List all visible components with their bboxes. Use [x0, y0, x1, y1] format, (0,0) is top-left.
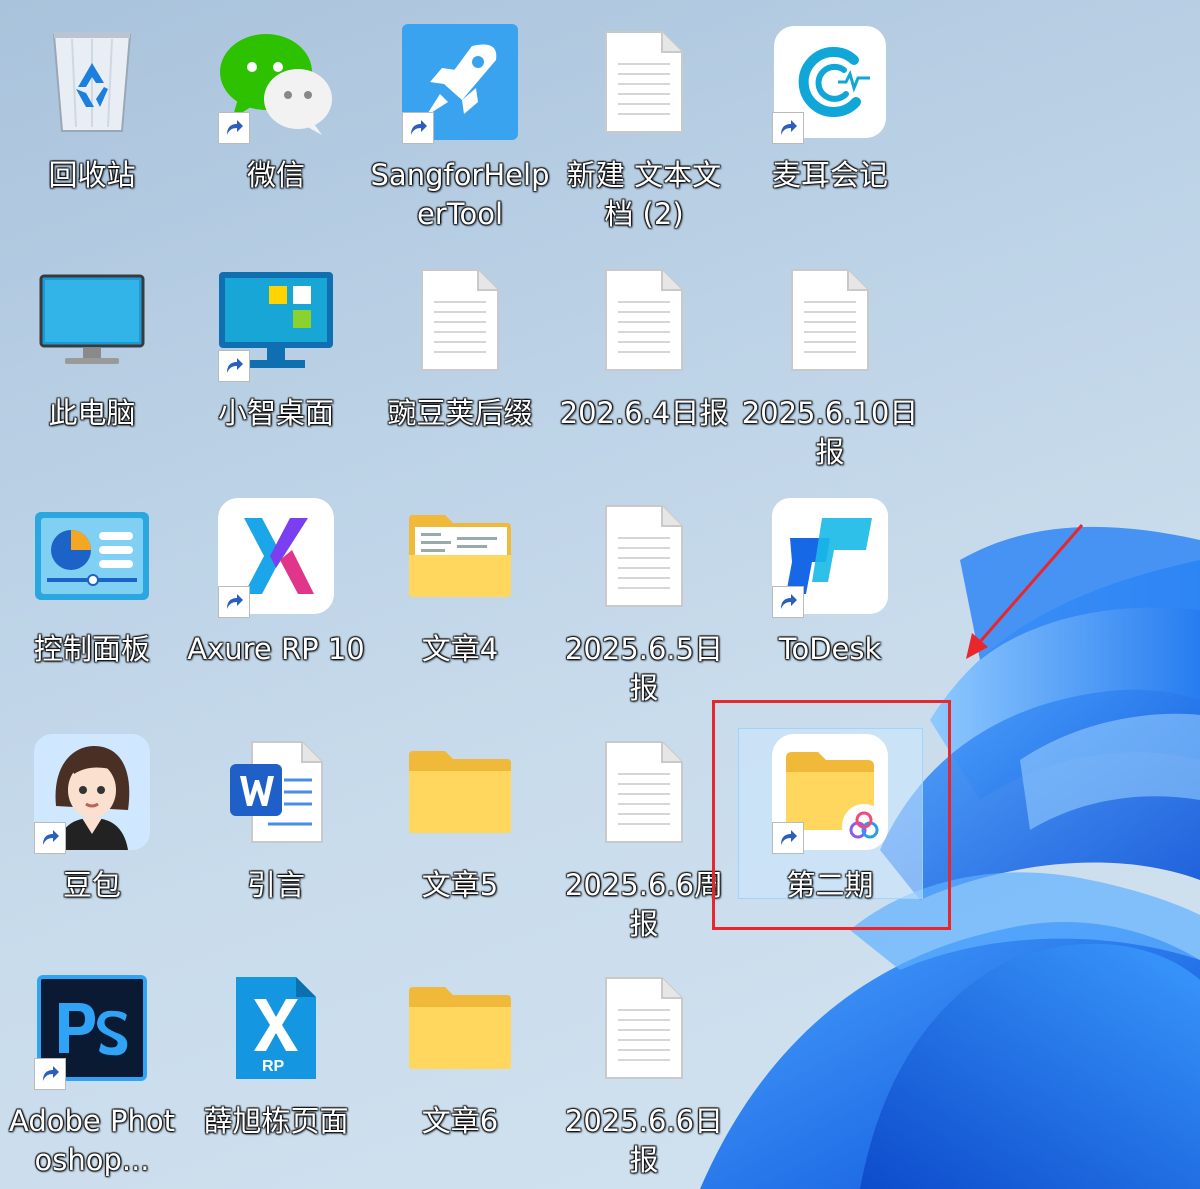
- sangfor-rocket-icon: [400, 22, 520, 144]
- desktop-icon-label: Axure RP 10: [187, 632, 365, 666]
- shortcut-arrow-icon: [34, 1058, 66, 1090]
- desktop-icon-axure[interactable]: Axure RP 10: [186, 486, 366, 712]
- desktop-icon-label: 2025.6.5日报: [564, 632, 724, 705]
- desktop-icon-label: 此电脑: [48, 396, 136, 430]
- desktop-icon-recycle-bin[interactable]: 回收站: [2, 12, 182, 238]
- shortcut-arrow-icon: [772, 112, 804, 144]
- text-document-icon: [584, 496, 704, 616]
- desktop-icon-label: 微信: [246, 158, 305, 192]
- shortcut-arrow-icon: [218, 112, 250, 144]
- desktop-icon-xuexudong-page[interactable]: RP 薛旭栋页面: [186, 958, 366, 1184]
- folder-with-files-icon: [400, 496, 520, 616]
- desktop-icon-doubao[interactable]: 豆包: [2, 722, 182, 948]
- desktop-icon-new-text-doc[interactable]: 新建 文本文档 (2): [554, 12, 734, 238]
- control-panel-icon: [32, 496, 152, 616]
- desktop-icon-label: 文章4: [421, 632, 499, 666]
- desktop-icon-article6[interactable]: 文章6: [370, 958, 550, 1184]
- desktop-icon-label: 2025.6.10日报: [741, 396, 919, 469]
- doubao-avatar-icon: [32, 732, 152, 854]
- annotation-arrow-icon: [966, 524, 1084, 659]
- todesk-icon: [770, 496, 890, 618]
- text-document-icon: [584, 732, 704, 852]
- desktop-icon-control-panel[interactable]: 控制面板: [2, 486, 182, 712]
- desktop-icon-weekly-6-6[interactable]: 2025.6.6周报: [554, 722, 734, 948]
- desktop-icon-label: 控制面板: [33, 632, 150, 666]
- word-document-icon: [216, 732, 336, 852]
- desktop-icon-wechat[interactable]: 微信: [186, 12, 366, 238]
- desktop-icon-article5[interactable]: 文章5: [370, 722, 550, 948]
- folder-icon: [400, 732, 520, 852]
- desktop-icon-label: ToDesk: [778, 632, 882, 666]
- desktop-icon-report-6-5[interactable]: 2025.6.5日报: [554, 486, 734, 712]
- desktop-icon-label: 2025.6.6日报: [564, 1104, 724, 1177]
- photoshop-icon: [32, 968, 152, 1090]
- shortcut-arrow-icon: [218, 586, 250, 618]
- desktop-icon-label: 文章5: [421, 868, 499, 902]
- shortcut-arrow-icon: [34, 822, 66, 854]
- axure-rp-file-icon: RP: [216, 968, 336, 1088]
- text-document-icon: [400, 260, 520, 380]
- svg-text:RP: RP: [262, 1058, 285, 1075]
- desktop-icon-label: 引言: [246, 868, 305, 902]
- shortcut-arrow-icon: [402, 112, 434, 144]
- desktop-icon-label: 文章6: [421, 1104, 499, 1138]
- desktop-icon-yinyan[interactable]: 引言: [186, 722, 366, 948]
- desktop-icon-label: 2025.6.6周报: [564, 868, 724, 941]
- desktop-icon-label: 豆包: [62, 868, 121, 902]
- desktop-icon-label: 豌豆荚后缀: [387, 396, 533, 430]
- desktop-icon-sangfor[interactable]: SangforHelperTool: [370, 12, 550, 238]
- desktop-icon-label: SangforHelperTool: [370, 158, 550, 231]
- desktop-icon-label: 新建 文本文档 (2): [566, 158, 722, 231]
- this-pc-icon: [32, 260, 152, 380]
- annotation-highlight-box: [712, 700, 951, 930]
- xiaozhi-desktop-icon: [216, 260, 336, 382]
- wechat-icon: [216, 22, 336, 144]
- desktop-icon-article4[interactable]: 文章4: [370, 486, 550, 712]
- shortcut-arrow-icon: [772, 586, 804, 618]
- desktop-icon-label: 202.6.4日报: [559, 396, 729, 430]
- desktop-icon-label: 薛旭栋页面: [203, 1104, 349, 1138]
- desktop-icon-report-6-10[interactable]: 2025.6.10日报: [740, 250, 920, 476]
- maier-meeting-icon: [770, 22, 890, 144]
- text-document-icon: [584, 22, 704, 142]
- shortcut-arrow-icon: [218, 350, 250, 382]
- desktop-icon-maier[interactable]: 麦耳会记: [740, 12, 920, 238]
- text-document-icon: [770, 260, 890, 380]
- desktop-icon-this-pc[interactable]: 此电脑: [2, 250, 182, 476]
- desktop-icon-label: Adobe Photoshop...: [9, 1104, 175, 1177]
- desktop-icon-report-6-4[interactable]: 202.6.4日报: [554, 250, 734, 476]
- desktop-icon-report-6-6[interactable]: 2025.6.6日报: [554, 958, 734, 1184]
- desktop-icon-photoshop[interactable]: Adobe Photoshop...: [2, 958, 182, 1184]
- desktop-icon-wandoujia[interactable]: 豌豆荚后缀: [370, 250, 550, 476]
- desktop-icon-label: 麦耳会记: [771, 158, 888, 192]
- text-document-icon: [584, 260, 704, 380]
- folder-icon: [400, 968, 520, 1088]
- text-document-icon: [584, 968, 704, 1088]
- desktop-icon-label: 回收站: [48, 158, 136, 192]
- axure-icon: [216, 496, 336, 618]
- desktop-icon-todesk[interactable]: ToDesk: [740, 486, 920, 712]
- desktop-icon-label: 小智桌面: [217, 396, 334, 430]
- desktop-icon-xiaozhi[interactable]: 小智桌面: [186, 250, 366, 476]
- recycle-bin-icon: [32, 22, 152, 142]
